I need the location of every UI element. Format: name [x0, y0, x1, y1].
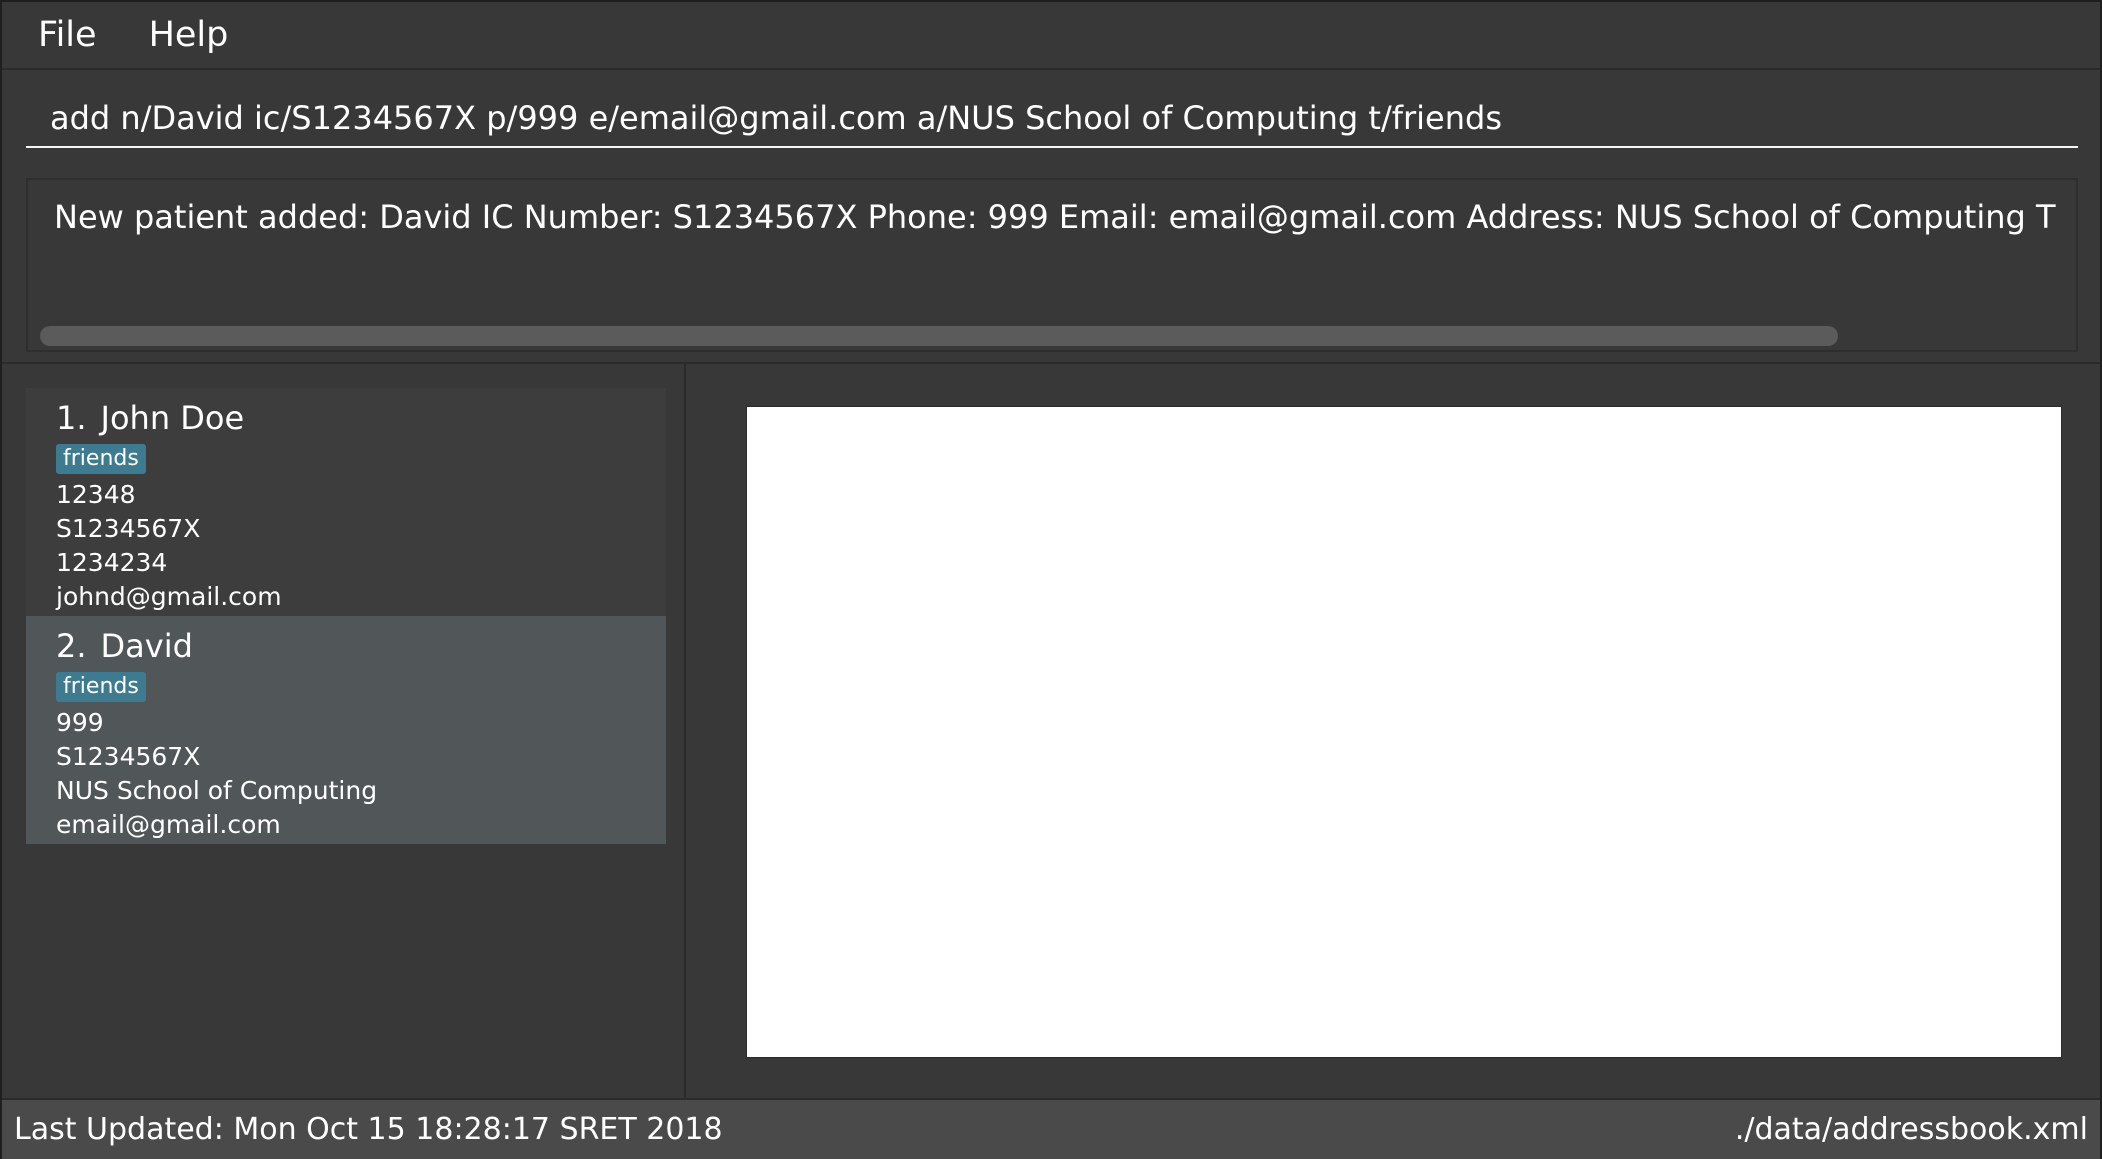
- tag-badge: friends: [56, 444, 146, 474]
- person-address: NUS School of Computing: [56, 776, 378, 805]
- person-email: johnd@gmail.com: [56, 582, 282, 611]
- person-email: email@gmail.com: [56, 810, 281, 839]
- result-display: New patient added: David IC Number: S123…: [2, 166, 2100, 364]
- person-card-2[interactable]: 2. David friends 999 S1234567X NUS School…: [26, 616, 666, 844]
- person-phone: 999: [56, 708, 104, 737]
- app-window: File Help New patient added: David IC Nu…: [0, 0, 2102, 1159]
- browser-view[interactable]: [746, 406, 2062, 1058]
- person-index: 1.: [56, 399, 87, 437]
- browser-panel: [686, 364, 2100, 1098]
- last-updated-status: Last Updated: Mon Oct 15 18:28:17 SRET 2…: [14, 1112, 723, 1147]
- person-name: 1. John Doe: [56, 398, 666, 438]
- command-input[interactable]: [26, 90, 2078, 148]
- horizontal-scrollbar[interactable]: [40, 326, 1838, 346]
- person-ic: S1234567X: [56, 514, 201, 543]
- tag-badge: friends: [56, 672, 146, 702]
- result-text: New patient added: David IC Number: S123…: [54, 198, 2056, 236]
- command-box: [2, 70, 2100, 166]
- person-name-text: David: [100, 627, 193, 665]
- person-address: 1234234: [56, 548, 168, 577]
- person-name-text: John Doe: [100, 399, 245, 437]
- menu-bar: File Help: [2, 2, 2100, 70]
- result-box: New patient added: David IC Number: S123…: [26, 178, 2078, 352]
- person-name: 2. David: [56, 626, 666, 666]
- person-index: 2.: [56, 627, 87, 665]
- menu-help[interactable]: Help: [123, 2, 255, 68]
- person-list: 1. John Doe friends 12348 S1234567X 12342…: [2, 364, 686, 1098]
- person-phone: 12348: [56, 480, 136, 509]
- person-ic: S1234567X: [56, 742, 201, 771]
- status-bar: Last Updated: Mon Oct 15 18:28:17 SRET 2…: [2, 1098, 2100, 1159]
- menu-file[interactable]: File: [12, 2, 123, 68]
- person-card-1[interactable]: 1. John Doe friends 12348 S1234567X 12342…: [26, 388, 666, 616]
- save-location-status: ./data/addressbook.xml: [1734, 1112, 2088, 1147]
